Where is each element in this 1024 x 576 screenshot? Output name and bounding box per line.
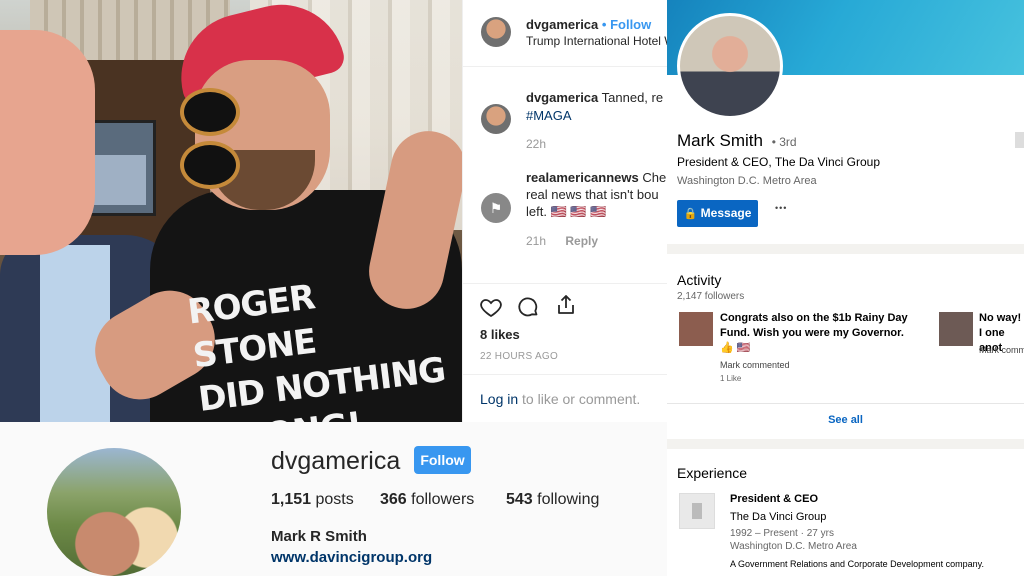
- activity-meta: Mark comm: [979, 345, 1024, 355]
- experience-company[interactable]: The Da Vinci Group: [730, 511, 826, 523]
- experience-role[interactable]: President & CEO: [730, 493, 818, 505]
- experience-title: Experience: [677, 465, 748, 481]
- profile-avatar[interactable]: [47, 448, 181, 576]
- connection-degree: • 3rd: [771, 135, 797, 149]
- lock-icon: 🔒: [683, 208, 698, 220]
- more-actions-button[interactable]: •••: [775, 203, 787, 213]
- post-header-separator: •: [601, 17, 607, 32]
- login-prompt-text: to like or comment.: [518, 391, 641, 407]
- followers-stat[interactable]: 366 followers: [380, 491, 474, 509]
- post-author-username[interactable]: dvgamerica: [526, 17, 598, 32]
- activity-reactions: 1 Like: [720, 374, 742, 383]
- comment-text: real news that isn't bou: [526, 187, 659, 202]
- posts-label: posts: [311, 491, 354, 508]
- post-author-avatar[interactable]: [481, 17, 511, 47]
- photo-tv-screen-lower: [86, 155, 146, 205]
- profile-username: dvgamerica: [271, 447, 401, 475]
- building-icon: [692, 503, 702, 519]
- login-link[interactable]: Log in: [480, 391, 518, 407]
- post-location[interactable]: Trump International Hotel W: [526, 34, 668, 48]
- posts-stat: 1,151 posts: [271, 491, 354, 509]
- comment-2: realamericannews Che: [526, 170, 666, 185]
- activity-post-text[interactable]: Congrats also on the $1b Rainy Day Fund.…: [720, 311, 920, 356]
- hashtag-link[interactable]: #MAGA: [526, 108, 572, 123]
- profile-name: Mark Smith: [677, 131, 763, 150]
- post-actions-divider: [463, 283, 668, 284]
- activity-meta: Mark commented: [720, 360, 790, 370]
- activity-thumbnail[interactable]: [939, 312, 973, 346]
- profile-location: Washington D.C. Metro Area: [677, 175, 817, 187]
- linkedin-profile: Mark Smith • 3rd President & CEO, The Da…: [667, 0, 1024, 576]
- comment-text: Che: [642, 170, 667, 185]
- login-divider: [463, 374, 668, 375]
- experience-dates: 1992 – Present · 27 yrs: [730, 528, 834, 539]
- instagram-post-photo[interactable]: ROGER STONE DID NOTHING WRONG!: [0, 0, 462, 422]
- activity-card: Activity 2,147 followers Congrats also o…: [667, 254, 1024, 439]
- comment-meta: 21h Reply: [526, 234, 598, 248]
- profile-full-name: Mark R Smith: [271, 528, 367, 545]
- share-icon[interactable]: [554, 293, 578, 317]
- following-stat[interactable]: 543 following: [506, 491, 599, 509]
- followers-count: 366: [380, 491, 407, 508]
- instagram-post-sidebar: dvgamerica • Follow Trump International …: [462, 0, 668, 422]
- company-logo[interactable]: [679, 493, 715, 529]
- overflow-badge: [1015, 132, 1024, 148]
- followers-label: followers: [406, 491, 475, 508]
- linkedin-top-card: Mark Smith • 3rd President & CEO, The Da…: [667, 0, 1024, 244]
- activity-divider: [667, 403, 1024, 404]
- message-button-label: Message: [700, 206, 752, 220]
- following-count: 543: [506, 491, 533, 508]
- comment-username[interactable]: dvgamerica: [526, 90, 598, 105]
- heart-icon[interactable]: [479, 295, 503, 319]
- photo-man-left-head: [0, 30, 95, 255]
- comment-icon[interactable]: [516, 295, 540, 319]
- experience-location: Washington D.C. Metro Area: [730, 541, 857, 552]
- comment-username[interactable]: realamericannews: [526, 170, 639, 185]
- comment-avatar[interactable]: [481, 104, 511, 134]
- photo-sunglasses: [180, 88, 300, 189]
- profile-name-line: Mark Smith • 3rd: [677, 131, 797, 151]
- reply-button[interactable]: Reply: [565, 234, 598, 248]
- login-prompt: Log in to like or comment.: [480, 391, 640, 407]
- following-label: following: [532, 491, 600, 508]
- follow-link[interactable]: Follow: [610, 17, 651, 32]
- comment-time: 21h: [526, 234, 547, 248]
- comment-time: 22h: [526, 137, 547, 151]
- experience-description: A Government Relations and Corporate Dev…: [730, 559, 984, 569]
- post-header-divider: [463, 66, 668, 67]
- profile-follow-button[interactable]: Follow: [414, 446, 471, 474]
- comment-1: dvgamerica Tanned, re: [526, 90, 663, 105]
- see-all-activity-link[interactable]: See all: [667, 414, 1024, 426]
- activity-thumbnail[interactable]: [679, 312, 713, 346]
- post-header-line: dvgamerica • Follow: [526, 17, 651, 32]
- profile-website-link[interactable]: www.davincigroup.org: [271, 549, 432, 566]
- followers-count: 2,147 followers: [677, 291, 745, 302]
- profile-headline: President & CEO, The Da Vinci Group: [677, 155, 880, 169]
- likes-count[interactable]: 8 likes: [480, 327, 520, 342]
- post-timestamp: 22 HOURS AGO: [480, 351, 559, 362]
- message-button[interactable]: 🔒 Message: [677, 200, 758, 227]
- activity-title: Activity: [677, 272, 722, 288]
- comment-avatar[interactable]: ⚑: [481, 193, 511, 223]
- comment-text: left. 🇺🇸 🇺🇸 🇺🇸: [526, 204, 607, 219]
- posts-count: 1,151: [271, 491, 312, 508]
- profile-photo[interactable]: [677, 13, 783, 119]
- experience-card: Experience President & CEO The Da Vinci …: [667, 449, 1024, 576]
- comment-text: Tanned, re: [601, 90, 664, 105]
